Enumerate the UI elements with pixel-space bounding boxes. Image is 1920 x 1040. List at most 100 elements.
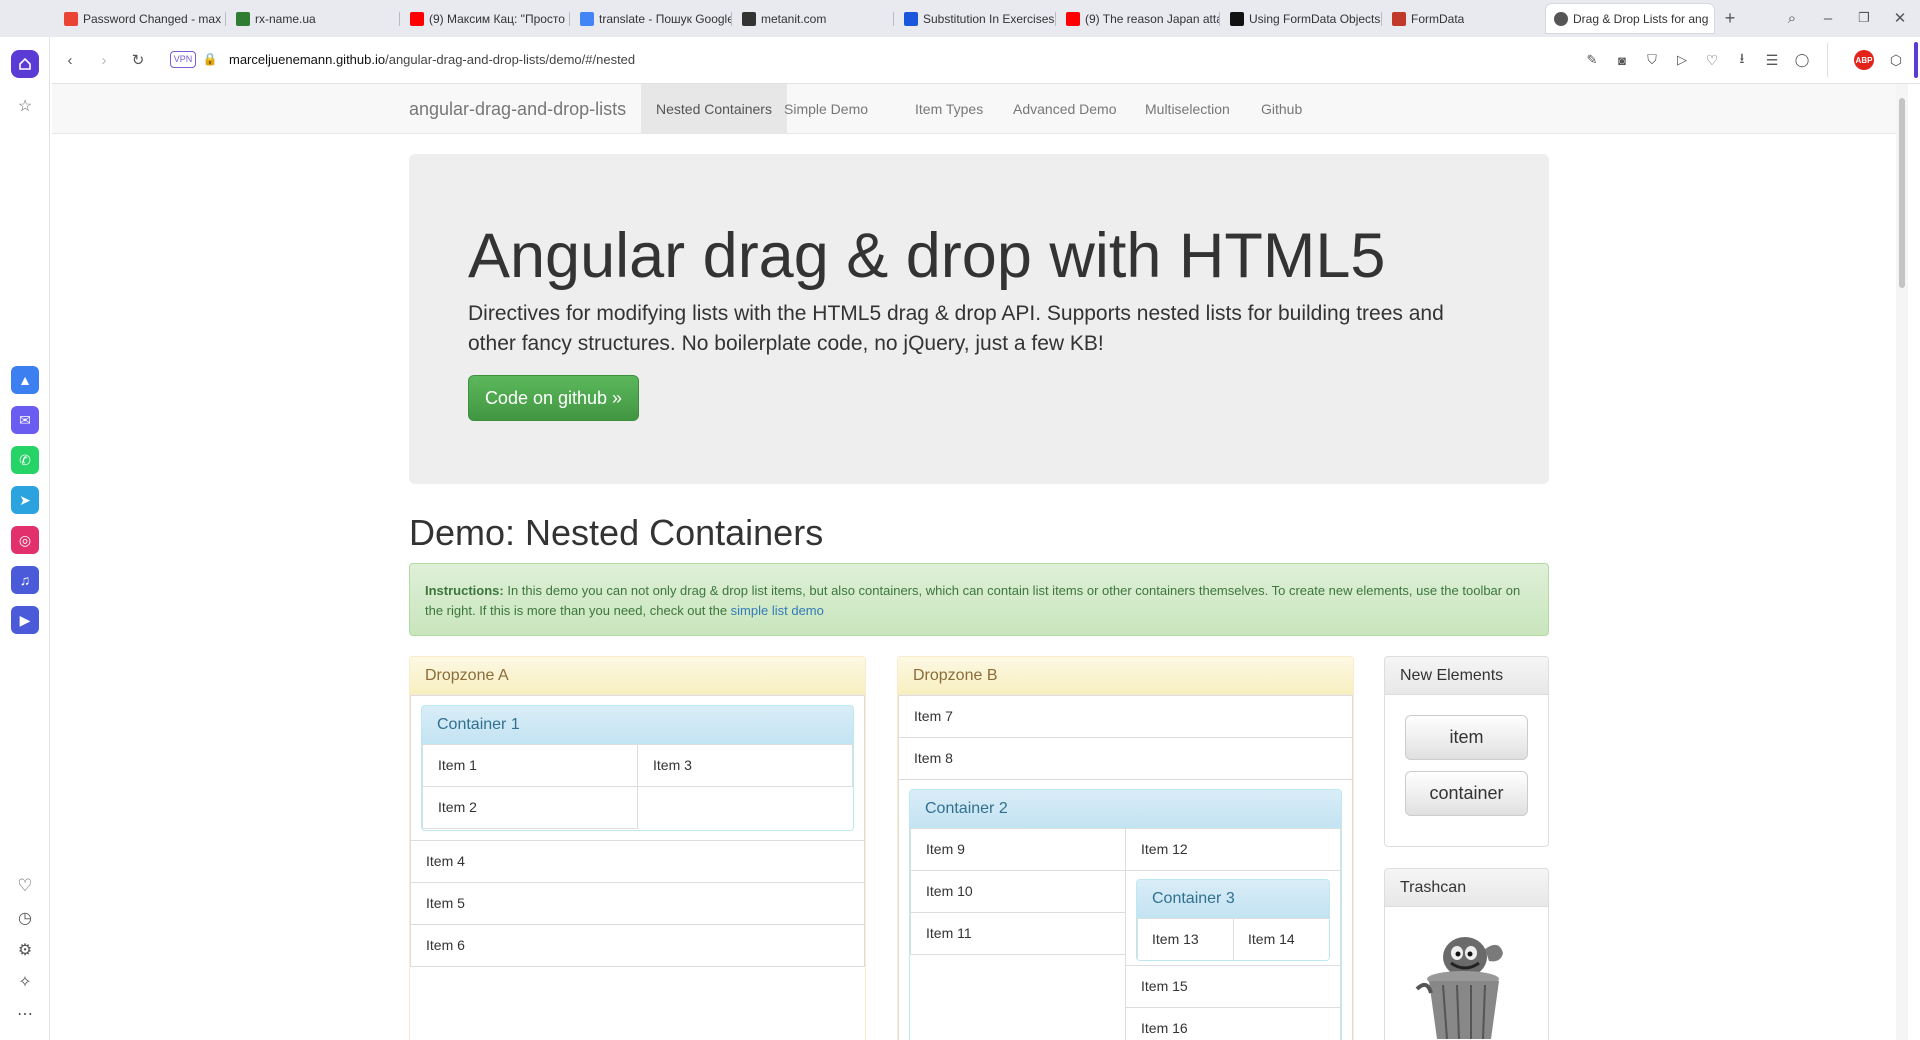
container-1-panel[interactable]: Container 1 Item 1 Item 2 Item 3 [421,705,854,831]
trashcan-oscar-icon [1415,937,1503,1039]
list-item[interactable]: Item 13 [1137,918,1234,960]
tab-title: translate - Пошук Google [599,11,732,26]
tab-8[interactable]: Using FormData Objects [1222,4,1382,33]
tab-9[interactable]: FormData [1384,4,1544,33]
heart-bookmark-icon[interactable]: ♡ [1702,50,1722,70]
player-icon[interactable]: ▶ [11,606,39,634]
list-item[interactable]: Container 3 Item 13 Item 14 [1125,870,1341,966]
minimize-icon[interactable]: – [1818,8,1838,28]
formdata-icon [1392,11,1406,26]
home-icon[interactable] [11,50,39,78]
google-icon [580,11,594,26]
new-item-button[interactable]: item [1405,715,1528,760]
lock-icon[interactable]: 🔒 [202,51,218,67]
tab-6[interactable]: Substitution In Exercises [896,4,1056,33]
messenger-icon[interactable]: ✉ [11,406,39,434]
nav-item-types[interactable]: Item Types [900,84,998,134]
list-item[interactable]: Item 16 [1125,1007,1341,1040]
site-navbar: angular-drag-and-drop-lists Nested Conta… [52,84,1908,134]
tips-bulb-icon[interactable]: ✧ [11,968,39,996]
list-item[interactable]: Item 2 [422,786,638,829]
music-player-icon[interactable]: ♫ [11,566,39,594]
bookmarks-star-icon[interactable]: ☆ [11,92,39,120]
reload-icon[interactable]: ↻ [128,50,148,70]
forward-icon[interactable]: › [94,50,114,70]
download-icon[interactable]: ⭳ [1732,50,1752,70]
camera-icon[interactable]: ◙ [1612,50,1632,70]
scrollbar-thumb[interactable] [1899,98,1905,288]
list-item[interactable]: Container 2 Item 9 Item 10 Item 11 Item … [898,779,1353,1040]
list-item[interactable]: Item 8 [898,737,1353,780]
container-3-panel[interactable]: Container 3 Item 13 Item 14 [1136,879,1330,961]
container-2-panel[interactable]: Container 2 Item 9 Item 10 Item 11 Item … [909,789,1342,1040]
tab-title: FormData [1411,11,1465,26]
more-icon[interactable]: ⋯ [11,1000,39,1028]
list-item[interactable]: Item 4 [410,840,865,883]
history-clock-icon[interactable]: ◷ [11,904,39,932]
telegram-icon[interactable]: ➤ [11,486,39,514]
snapshot-icon[interactable]: ✎ [1582,50,1602,70]
aria-icon[interactable]: ▲ [11,366,39,394]
send-icon[interactable]: ▷ [1672,50,1692,70]
whatsapp-icon[interactable]: ✆ [11,446,39,474]
tab-2[interactable]: rx-name.ua [228,4,400,33]
tab-1[interactable]: Password Changed - max [56,4,226,33]
list-item[interactable]: Item 7 [898,695,1353,738]
restore-icon[interactable]: ❐ [1854,8,1874,28]
hero-title: Angular drag & drop with HTML5 [468,221,1386,291]
mdn-icon [1230,11,1244,26]
list-item[interactable]: Item 14 [1233,918,1329,960]
dropzone-a-panel[interactable]: Dropzone A Container 1 Item 1 Item 2 Ite… [409,656,866,1040]
list-item[interactable]: Item 12 [1125,828,1341,871]
instagram-icon[interactable]: ◎ [11,526,39,554]
list-item[interactable]: Item 1 [422,744,638,787]
shield-icon[interactable]: ⛉ [1642,50,1662,70]
list-item[interactable]: Item 3 [637,744,853,787]
instructions-label: Instructions: [425,583,504,598]
tab-title: (9) Максим Кац: "Просто [429,11,565,26]
list-item[interactable]: Item 5 [410,882,865,925]
nav-multiselection[interactable]: Multiselection [1130,84,1245,134]
trashcan-panel[interactable]: Trashcan [1384,868,1549,1040]
tab-5[interactable]: metanit.com [734,4,894,33]
code-on-github-button[interactable]: Code on github » [468,375,639,421]
adblock-plus-icon[interactable]: ABP [1854,50,1874,70]
profile-icon[interactable]: ◯ [1792,50,1812,70]
tab-4[interactable]: translate - Пошук Google [572,4,732,33]
settings-gear-icon[interactable]: ⚙ [11,936,39,964]
dropzone-a-title: Dropzone A [410,657,865,695]
nav-github[interactable]: Github [1246,84,1317,134]
extensions-cube-icon[interactable]: ⬡ [1886,50,1906,70]
new-tab-plus-icon[interactable]: + [1720,8,1740,28]
list-item[interactable]: Item 9 [910,828,1126,871]
tab-title: Drag & Drop Lists for ang [1573,11,1709,26]
list-item[interactable]: Item 11 [910,912,1126,955]
list-item[interactable]: Item 15 [1125,965,1341,1008]
tab-title: Password Changed - max [83,11,222,26]
tab-3[interactable]: (9) Максим Кац: "Просто [402,4,570,33]
vpn-badge[interactable]: VPN [170,51,196,68]
nav-nested-containers[interactable]: Nested Containers [641,84,787,134]
list-item[interactable]: Item 6 [410,924,865,967]
list-item[interactable]: Item 10 [910,870,1126,913]
list-item[interactable]: Container 1 Item 1 Item 2 Item 3 [410,695,865,841]
dropzone-b-panel[interactable]: Dropzone B Item 7 Item 8 Container 2 Ite… [897,656,1354,1040]
search-tabs-icon[interactable]: ⌕ [1782,8,1802,28]
opera-sidebar: O ☆ ▲ ✉ ✆ ➤ ◎ ♫ ▶ ♡ ◷ ⚙ ✧ ⋯ [0,0,50,1040]
nav-simple-demo[interactable]: Simple Demo [769,84,883,134]
simple-list-demo-link[interactable]: simple list demo [731,603,824,618]
tab-bar: Password Changed - max rx-name.ua (9) Ма… [0,0,1920,37]
new-container-button[interactable]: container [1405,771,1528,816]
url-field[interactable]: marceljuenemann.github.io/angular-drag-a… [229,52,635,67]
menu-icon[interactable]: ☰ [1762,50,1782,70]
heart-icon[interactable]: ♡ [11,872,39,900]
demo-title: Demo: Nested Containers [409,512,824,553]
page-scrollbar[interactable] [1896,84,1908,1040]
nav-advanced-demo[interactable]: Advanced Demo [998,84,1132,134]
close-window-icon[interactable]: ✕ [1890,8,1910,28]
back-icon[interactable]: ‹ [60,50,80,70]
site-brand[interactable]: angular-drag-and-drop-lists [409,99,626,120]
container-2-title: Container 2 [910,790,1341,828]
tab-10-active[interactable]: Drag & Drop Lists for ang [1546,4,1714,33]
tab-7[interactable]: (9) The reason Japan atta [1058,4,1220,33]
